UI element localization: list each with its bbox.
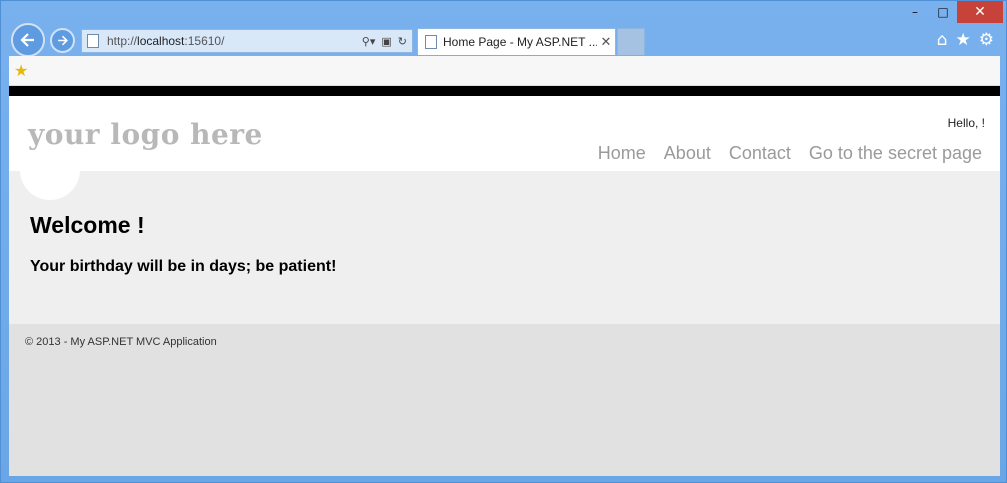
refresh-icon[interactable]: ↻ <box>398 35 407 48</box>
settings-icon[interactable]: ⚙ <box>979 30 994 50</box>
page-icon <box>425 35 437 49</box>
main-menu: Home About Contact Go to the secret page <box>598 143 982 164</box>
new-tab-button[interactable] <box>617 28 645 55</box>
forward-icon <box>58 35 68 46</box>
browser-window: – □ ✕ http://localhost:15610/ ⚲▾ ▣ ↻ Hom… <box>0 0 1007 483</box>
back-button[interactable] <box>11 23 45 57</box>
top-border <box>9 86 1000 96</box>
minimize-button[interactable]: – <box>901 1 929 23</box>
close-button[interactable]: ✕ <box>957 1 1003 23</box>
toolbar-icons: ⌂ ★ ⚙ <box>937 30 994 50</box>
tab-home-page[interactable]: Home Page - My ASP.NET ... ✕ <box>417 28 616 55</box>
site-header: your logo here Hello, ! Home About Conta… <box>9 96 1000 200</box>
page-viewport: your logo here Hello, ! Home About Conta… <box>9 86 1000 476</box>
greeting: Hello, ! <box>947 116 985 130</box>
page-icon <box>87 34 99 48</box>
birthday-message: Your birthday will be in days; be patien… <box>30 258 337 275</box>
favorites-bar: ★ <box>9 56 1000 86</box>
close-tab-icon[interactable]: ✕ <box>597 35 615 50</box>
maximize-button[interactable]: □ <box>929 1 957 23</box>
menu-about[interactable]: About <box>664 143 711 164</box>
window-controls: – □ ✕ <box>901 1 1003 23</box>
copyright-text: © 2013 - My ASP.NET MVC Application <box>25 336 217 348</box>
menu-contact[interactable]: Contact <box>729 143 791 164</box>
home-icon[interactable]: ⌂ <box>937 30 948 50</box>
menu-home[interactable]: Home <box>598 143 646 164</box>
site-footer: © 2013 - My ASP.NET MVC Application <box>9 324 1000 348</box>
address-bar[interactable]: http://localhost:15610/ ⚲▾ ▣ ↻ <box>81 29 413 53</box>
add-favorite-icon[interactable]: ★ <box>14 61 28 80</box>
back-icon <box>20 33 34 47</box>
menu-secret-page[interactable]: Go to the secret page <box>809 143 982 164</box>
favorites-icon[interactable]: ★ <box>956 30 971 50</box>
forward-button[interactable] <box>50 28 75 53</box>
url-text[interactable]: http://localhost:15610/ <box>107 34 362 48</box>
search-icon[interactable]: ⚲▾ <box>362 35 376 48</box>
tab-title: Home Page - My ASP.NET ... <box>443 35 597 49</box>
compat-icon[interactable]: ▣ <box>381 35 391 48</box>
site-logo[interactable]: your logo here <box>28 118 263 151</box>
welcome-heading: Welcome ! <box>30 212 145 238</box>
main-content: Welcome ! Your birthday will be in days;… <box>9 171 1000 324</box>
